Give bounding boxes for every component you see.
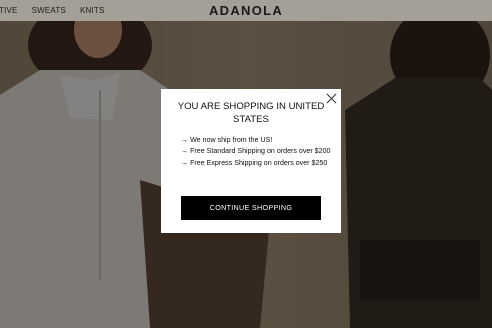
country-modal: YOU ARE SHOPPING IN UNITED STATES → We n…: [161, 89, 341, 233]
site-header: CTIVE SWEATS KNITS ADANOLA: [0, 0, 492, 21]
brand-logo[interactable]: ADANOLA: [0, 3, 492, 18]
list-item: → Free Standard Shipping on orders over …: [181, 147, 331, 156]
shipping-info-list: → We now ship from the US! → Free Standa…: [181, 135, 331, 169]
list-item: → We now ship from the US!: [181, 136, 273, 144]
continue-shopping-button[interactable]: CONTINUE SHOPPING: [181, 196, 321, 220]
list-item: → Free Express Shipping on orders over $…: [181, 158, 328, 167]
modal-title: YOU ARE SHOPPING IN UNITED STATES: [177, 101, 325, 125]
